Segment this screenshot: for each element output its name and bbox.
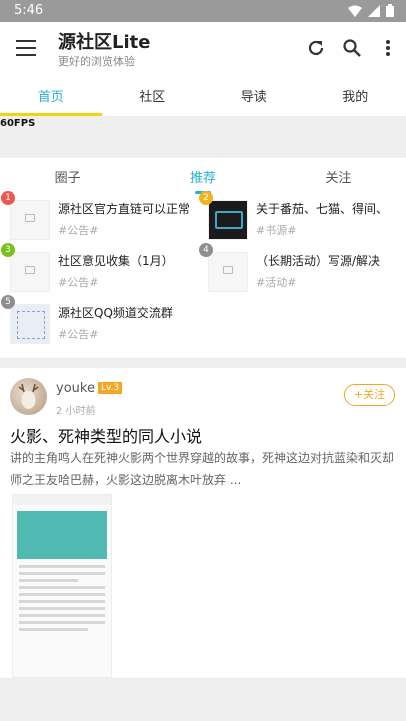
more-vertical-icon	[386, 40, 390, 56]
rank-badge: 5	[1, 295, 15, 309]
follow-button[interactable]: +关注	[344, 384, 395, 406]
post-card[interactable]: youke Lv.3 2 小时前 +关注 火影、死神类型的同人小说 讲的主角鸣人…	[0, 368, 406, 678]
recommend-item[interactable]: 3 社区意见收集（1月） #公告#	[0, 243, 200, 298]
menu-icon[interactable]	[16, 40, 36, 56]
item-tag: #书源#	[256, 224, 297, 237]
level-badge: Lv.3	[98, 382, 123, 394]
subtab-recommend[interactable]: 推荐	[135, 158, 270, 194]
rank-badge: 1	[1, 191, 15, 205]
post-image[interactable]	[12, 494, 112, 678]
item-tag: #活动#	[256, 276, 297, 289]
post-excerpt: 讲的主角鸣人在死神火影两个世界穿越的故事，死神这边对抗蓝染和灭却师之王友哈巴赫，…	[10, 451, 395, 487]
sub-tabs: 圈子 推荐 关注	[0, 158, 406, 194]
recommend-item[interactable]: 1 源社区官方直链可以正常 #公告#	[0, 191, 200, 246]
app-subtitle: 更好的浏览体验	[58, 55, 135, 68]
username[interactable]: youke	[56, 381, 95, 396]
fps-counter: 60FPS	[0, 118, 36, 129]
tab-mine[interactable]: 我的	[305, 78, 406, 116]
image-placeholder-icon	[25, 214, 35, 222]
recommend-item[interactable]: 5 源社区QQ频道交流群 #公告#	[0, 295, 200, 350]
app-logo-icon	[215, 211, 243, 229]
image-placeholder-icon	[25, 266, 35, 274]
thumbnail	[10, 252, 50, 292]
recommend-card: 圈子 推荐 关注 1 源社区官方直链可以正常 #公告# 2 关于番茄、七猫、得间…	[0, 158, 406, 358]
system-icons	[348, 4, 394, 17]
status-bar: 5:46	[0, 0, 406, 22]
search-button[interactable]	[340, 36, 364, 60]
deer-avatar-icon	[18, 383, 39, 409]
rank-badge: 3	[1, 243, 15, 257]
main-tabs: 首页 社区 导读 我的	[0, 78, 406, 116]
tab-home[interactable]: 首页	[0, 78, 102, 116]
post-time: 2 小时前	[56, 406, 96, 417]
refresh-button[interactable]	[304, 36, 328, 60]
thumbnail	[208, 252, 248, 292]
item-title: 关于番茄、七猫、得间、	[256, 202, 389, 216]
rank-badge: 2	[199, 191, 213, 205]
tab-community[interactable]: 社区	[102, 78, 204, 116]
thumbnail	[10, 304, 50, 344]
qr-code-icon	[17, 311, 45, 339]
status-time: 5:46	[14, 3, 44, 18]
signal-icon	[368, 4, 380, 17]
thumbnail	[208, 200, 248, 240]
battery-icon	[386, 4, 394, 17]
item-tag: #公告#	[58, 224, 99, 237]
recommend-item[interactable]: 2 关于番茄、七猫、得间、 #书源#	[198, 191, 398, 246]
rank-badge: 4	[199, 243, 213, 257]
item-title: （长期活动）写源/解决	[256, 254, 381, 268]
item-title: 源社区QQ频道交流群	[58, 306, 173, 320]
item-title: 社区意见收集（1月）	[58, 254, 174, 268]
subtab-following[interactable]: 关注	[271, 158, 406, 194]
post-title[interactable]: 火影、死神类型的同人小说	[10, 423, 202, 447]
page-bottom	[0, 678, 406, 721]
image-placeholder-icon	[223, 266, 233, 274]
wifi-icon	[348, 5, 362, 17]
more-button[interactable]	[376, 36, 400, 60]
avatar[interactable]	[10, 378, 47, 415]
tab-guide[interactable]: 导读	[203, 78, 305, 116]
search-icon	[343, 39, 361, 57]
item-tag: #公告#	[58, 276, 99, 289]
subtab-circles[interactable]: 圈子	[0, 158, 135, 194]
app-title: 源社区Lite	[58, 32, 151, 53]
item-tag: #公告#	[58, 328, 99, 341]
thumbnail	[10, 200, 50, 240]
recommend-item[interactable]: 4 （长期活动）写源/解决 #活动#	[198, 243, 398, 298]
recommend-grid: 1 源社区官方直链可以正常 #公告# 2 关于番茄、七猫、得间、 #书源# 3 …	[0, 191, 406, 358]
app-bar: 源社区Lite 更好的浏览体验	[0, 22, 406, 78]
refresh-icon	[308, 40, 324, 56]
item-title: 源社区官方直链可以正常	[58, 202, 191, 216]
